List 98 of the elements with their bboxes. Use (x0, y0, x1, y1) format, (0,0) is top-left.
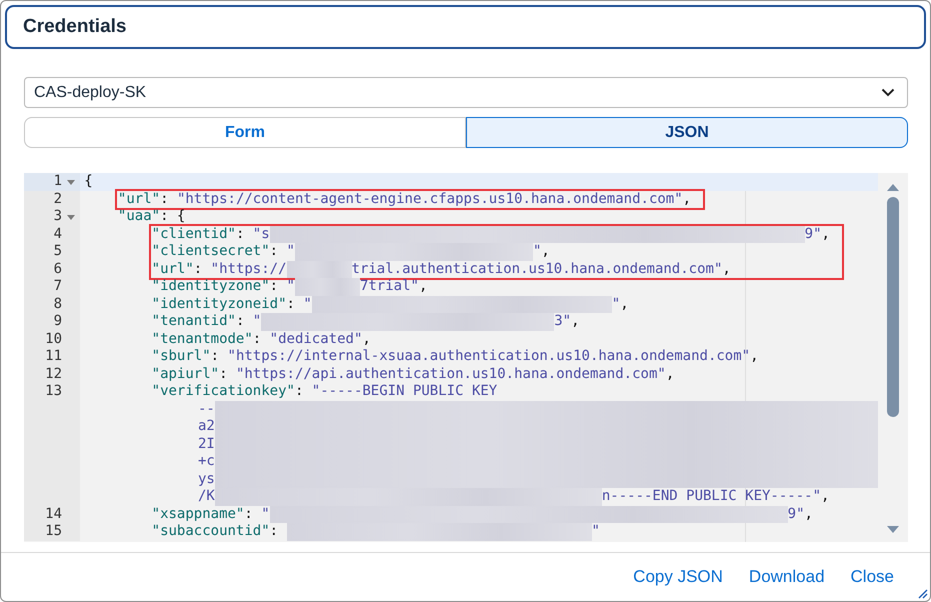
code-token: : (294, 383, 304, 399)
line-number: 5 (54, 243, 62, 260)
code-token: "apiurl" (152, 366, 220, 382)
code-token: , (620, 296, 629, 312)
scroll-down-icon[interactable] (887, 526, 899, 534)
code-token: "clientid" (152, 226, 236, 242)
code-token: "-----BEGIN PUBLIC KEY (312, 383, 498, 399)
scroll-up-icon[interactable] (887, 183, 899, 191)
line-number: 14 (45, 506, 62, 523)
credentials-dropdown[interactable]: CAS-deploy-SK (24, 77, 908, 108)
code-token: " (592, 523, 600, 539)
fold-caret-icon[interactable] (67, 212, 75, 221)
code-token: " (252, 313, 262, 329)
code-token: : (210, 348, 220, 364)
code-token: "clientsecret" (152, 243, 270, 259)
code-token: , (750, 348, 759, 364)
code-token: +c (198, 453, 215, 469)
line-number: 2 (54, 190, 62, 208)
line-number: 3 (54, 208, 62, 226)
line-number: 6 (54, 260, 62, 278)
code-token: "https://internal-xsuaa.authentication.us10.hana.ondemand.com" (228, 348, 750, 364)
code-token: "dedicated" (270, 330, 362, 346)
view-tab[interactable]: JSON (466, 117, 908, 148)
code-token: n-----END PUBLIC KEY-----" (602, 488, 822, 504)
code-token: : (194, 260, 204, 276)
code-token: 3" (554, 313, 572, 329)
code-token: 9" (788, 506, 805, 522)
code-token: "subaccountid" (152, 523, 270, 539)
chevron-down-icon (881, 88, 895, 97)
code-token: , (821, 488, 830, 504)
code-token: "s (252, 226, 270, 242)
code-token: : (244, 506, 254, 522)
line-number: 7 (54, 278, 62, 296)
code-token: , (541, 243, 550, 259)
line-number: 10 (45, 330, 62, 348)
resize-grip-icon[interactable] (916, 587, 928, 599)
line-number: 1 (54, 173, 62, 190)
code-token: { (84, 173, 93, 189)
code-token: : (270, 278, 280, 294)
code-token: "verificationkey" (152, 383, 295, 399)
code-token: /K (198, 488, 215, 504)
code-token: a2 (198, 418, 215, 434)
code-token: -- (198, 400, 215, 416)
code-token: "https://api.authentication.us10.hana.ondemand.com" (236, 366, 666, 382)
line-number: 4 (54, 226, 62, 243)
code-token: " (532, 243, 542, 259)
footer-button[interactable]: Download (740, 563, 833, 591)
dialog-title: Credentials (23, 16, 126, 38)
code-token: "tenantid" (152, 313, 236, 329)
code-token: : (252, 330, 262, 346)
code-token: "https:// (210, 260, 287, 276)
code-token: , (822, 226, 830, 242)
code-token: , (666, 366, 674, 382)
code-token: : (236, 313, 246, 329)
code-token: "uaa" (118, 208, 160, 224)
code-token: "xsappname" (152, 506, 244, 522)
code-token: "identityzone" (152, 278, 270, 294)
code-token: : (160, 190, 170, 206)
code-token: "https://content-agent-engine.cfapps.us10.hana.ondemand.com" (176, 190, 683, 206)
code-token: "identityzoneid" (152, 296, 286, 312)
line-number: 8 (54, 296, 62, 313)
footer-button[interactable]: Copy JSON (625, 563, 731, 591)
code-token: , (722, 260, 731, 276)
code-token: : (236, 226, 246, 242)
code-token: , (418, 278, 428, 294)
code-token: , (804, 506, 813, 522)
fold-caret-icon[interactable] (67, 178, 75, 186)
code-token: " (303, 296, 312, 312)
line-number: 9 (54, 313, 62, 330)
code-token: "tenantmode" (152, 330, 253, 346)
scrollbar-thumb[interactable] (887, 197, 899, 417)
json-editor[interactable] (24, 173, 908, 542)
code-token: "url" (152, 260, 194, 276)
line-number: 12 (45, 366, 62, 383)
code-token: trial.authentication.us10.hana.ondemand.com" (352, 260, 722, 276)
code-token: : (270, 523, 280, 539)
code-token: : (219, 366, 229, 382)
line-number: 15 (45, 523, 62, 540)
code-token: : (270, 243, 280, 259)
line-number: 13 (45, 383, 62, 400)
code-token: " (612, 296, 620, 312)
code-token: " (286, 243, 295, 259)
code-token: "sburl" (152, 348, 211, 364)
code-token: : { (160, 208, 186, 224)
footer-button[interactable]: Close (842, 563, 902, 591)
line-number: 11 (45, 348, 62, 366)
code-token: " (261, 506, 270, 522)
code-token: , (571, 313, 580, 329)
code-token: " (286, 278, 295, 294)
code-token: : (286, 296, 296, 312)
code-token: , (362, 330, 371, 346)
code-token: 7trial" (360, 278, 419, 294)
code-token: ys (198, 470, 215, 486)
code-token: "url" (118, 190, 160, 206)
code-token: 2I (198, 436, 215, 452)
code-token: 9" (804, 226, 822, 242)
view-tab[interactable]: Form (24, 117, 466, 148)
code-token: , (682, 190, 692, 206)
